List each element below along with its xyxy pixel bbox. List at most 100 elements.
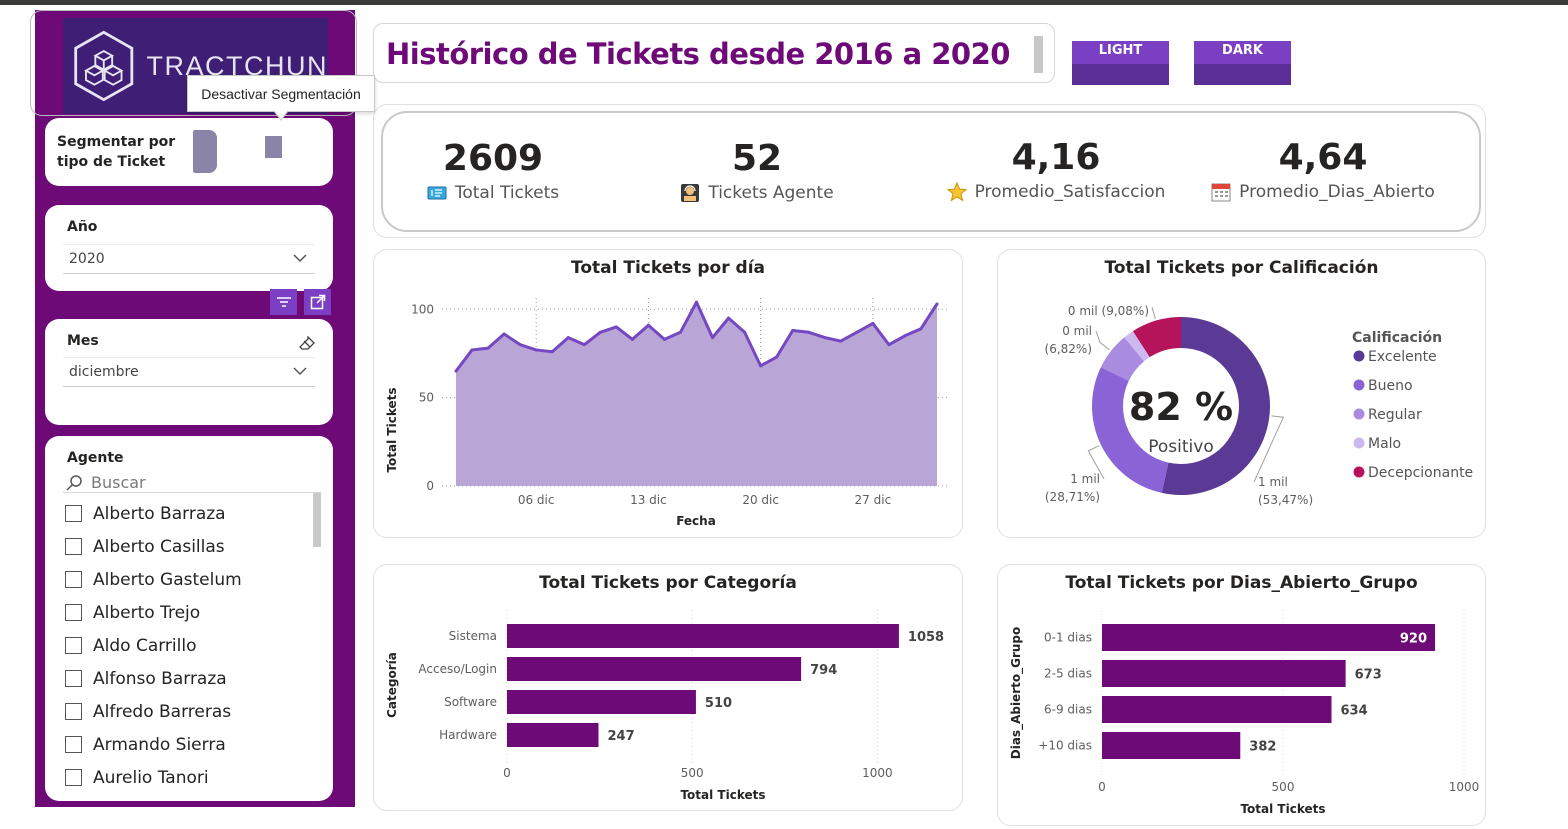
agent-name: Alfredo Barreras [93, 701, 232, 722]
days-open-bar-chart: Dias_Abierto_Grupo Total Tickets 0 500 100… [1009, 610, 1479, 816]
legend-title: Calificación [1352, 330, 1442, 346]
data-point [630, 337, 634, 341]
slice-data-label: (53,47%) [1258, 493, 1313, 507]
category-label: 6-9 dias [1044, 703, 1092, 717]
checkbox[interactable] [65, 637, 82, 654]
center-value: 82 % [1129, 385, 1233, 429]
list-scrollbar[interactable] [313, 493, 321, 547]
agent-item[interactable]: Alberto Barraza [65, 497, 242, 530]
filter-button[interactable] [270, 289, 297, 315]
checkbox[interactable] [65, 505, 82, 522]
bar [507, 624, 899, 648]
agent-item[interactable]: Alfredo Barreras [65, 695, 242, 728]
agent-item[interactable]: Aldo Carrillo [65, 629, 242, 662]
x-tick-label: 27 dic [855, 493, 892, 507]
light-theme-button[interactable]: LIGHT [1072, 41, 1169, 85]
focus-mode-button[interactable] [304, 289, 331, 315]
bar [1102, 660, 1346, 687]
x-tick-label: 1000 [862, 766, 893, 780]
kpi-value: 52 [731, 138, 783, 179]
title-scrollbar[interactable] [1034, 36, 1043, 73]
data-point [807, 330, 811, 334]
bar-data-label: 673 [1355, 668, 1382, 683]
y-tick-label: 100 [411, 302, 434, 316]
daily-tickets-card: Total Tickets por día Total Tickets Fech… [373, 249, 963, 538]
agent-item[interactable]: Alberto Gastelum [65, 563, 242, 596]
bar-data-label: 247 [607, 729, 634, 744]
checkbox[interactable] [65, 670, 82, 687]
ticket-icon [427, 186, 447, 200]
dark-theme-button[interactable]: DARK [1194, 41, 1291, 85]
bar-data-label: 634 [1341, 704, 1368, 719]
dark-label: DARK [1222, 43, 1263, 58]
checkbox[interactable] [65, 604, 82, 621]
agent-title: Agente [67, 450, 124, 466]
legend-marker [1353, 437, 1365, 449]
agent-list: Alberto Barraza Alberto Casillas Alberto… [65, 497, 242, 794]
label-leader [1095, 330, 1110, 351]
legend-item: Bueno [1368, 378, 1413, 394]
top-bar [0, 0, 1568, 5]
search-placeholder: Buscar [91, 473, 146, 492]
eraser-icon[interactable] [299, 336, 315, 350]
data-point [935, 302, 939, 306]
agent-name: Alberto Gastelum [93, 569, 242, 590]
x-tick-label: 0 [503, 766, 511, 780]
category-tickets-card: Total Tickets por Categoría Categoría To… [373, 564, 963, 811]
month-slicer: Mes diciembre [45, 319, 333, 425]
checkbox[interactable] [65, 538, 82, 555]
checkbox[interactable] [65, 736, 82, 753]
light-label: LIGHT [1098, 43, 1143, 58]
rating-tickets-card: Total Tickets por Calificación 82 % Posi… [997, 249, 1486, 538]
legend-marker [1353, 350, 1365, 362]
kpi-value: 4,64 [1278, 137, 1368, 178]
agent-item[interactable]: Alberto Casillas [65, 530, 242, 563]
data-point [534, 348, 538, 352]
dashboard: TRACTCHUN Desactivar Segmentación Segmen… [0, 0, 1568, 829]
kpi-label-row: Tickets Agente [672, 183, 842, 203]
slice-data-label: 0 mil (9,08%) [1068, 304, 1149, 318]
kpi-tickets-agent: 52 Tickets Agente [672, 138, 842, 203]
data-point [614, 325, 618, 329]
checkbox[interactable] [65, 769, 82, 786]
agent-item[interactable]: Alberto Trejo [65, 596, 242, 629]
category-label: Software [444, 695, 497, 709]
category-label: 2-5 dias [1044, 667, 1092, 681]
kpi-label: Tickets Agente [708, 183, 834, 203]
daily-tickets-chart: Total Tickets Fecha 0 50 100 06 dic 13 dic 20… [385, 298, 949, 528]
data-point [823, 336, 827, 340]
month-dropdown[interactable]: diciembre [63, 357, 315, 387]
data-point [566, 336, 570, 340]
slice-data-label: 1 mil [1258, 475, 1288, 489]
segment-option-1[interactable] [193, 130, 217, 173]
legend-item: Decepcionante [1368, 465, 1473, 481]
data-point [775, 355, 779, 359]
data-point [470, 348, 474, 352]
checkbox[interactable] [65, 571, 82, 588]
legend-item: Excelente [1368, 349, 1437, 365]
kpi-value: 2609 [442, 138, 544, 179]
agent-name: Aurelio Tanori [93, 767, 209, 788]
checkbox[interactable] [65, 703, 82, 720]
data-point [759, 364, 763, 368]
agent-item[interactable]: Aurelio Tanori [65, 761, 242, 794]
agent-search-input[interactable]: Buscar [65, 473, 146, 492]
data-point [678, 330, 682, 334]
star-icon [946, 182, 967, 202]
year-dropdown[interactable]: 2020 [63, 244, 315, 274]
data-point [919, 327, 923, 331]
agent-name: Alberto Casillas [93, 536, 225, 557]
category-label: Hardware [439, 728, 497, 742]
x-axis-title: Total Tickets [680, 788, 765, 802]
tooltip: Desactivar Segmentación [187, 75, 375, 112]
segment-option-2[interactable] [265, 136, 282, 158]
x-tick-label: 500 [1272, 780, 1295, 794]
agent-item[interactable]: Armando Sierra [65, 728, 242, 761]
kpi-label-row: Total Tickets [408, 183, 578, 203]
x-axis-title: Total Tickets [1240, 802, 1325, 816]
kpi-avg-days-open: 4,64 Promedio_Dias_Abierto [1208, 137, 1438, 202]
agent-item[interactable]: Alfonso Barraza [65, 662, 242, 695]
data-point [582, 343, 586, 347]
category-label: Sistema [449, 629, 497, 643]
ticket-type-slicer[interactable]: Segmentar por tipo de Ticket [45, 118, 333, 186]
